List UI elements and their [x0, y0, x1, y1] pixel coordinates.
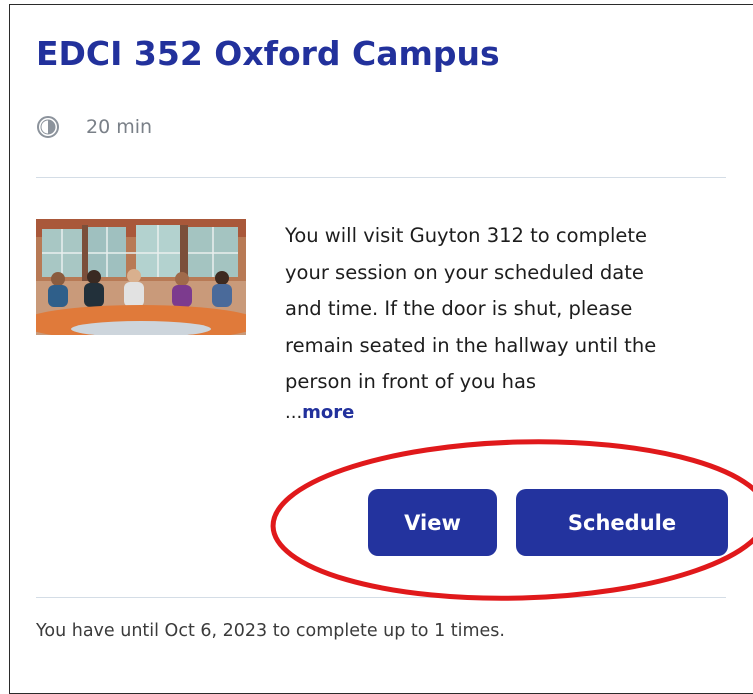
divider-bottom — [36, 597, 726, 598]
completion-deadline: You have until Oct 6, 2023 to complete u… — [36, 621, 505, 641]
card-title: EDCI 352 Oxford Campus — [36, 34, 500, 73]
session-thumbnail — [36, 219, 246, 335]
duration-label: 20 min — [86, 116, 153, 138]
more-link-prefix: ... — [285, 402, 303, 423]
schedule-button[interactable]: Schedule — [516, 489, 728, 556]
more-link[interactable]: ...more — [285, 402, 354, 423]
session-description: You will visit Guyton 312 to complete yo… — [285, 224, 657, 393]
more-link-label: more — [302, 402, 355, 423]
divider-top — [36, 177, 726, 178]
view-button[interactable]: View — [368, 489, 497, 556]
clock-icon — [36, 115, 60, 139]
duration-row: 20 min — [36, 113, 152, 141]
